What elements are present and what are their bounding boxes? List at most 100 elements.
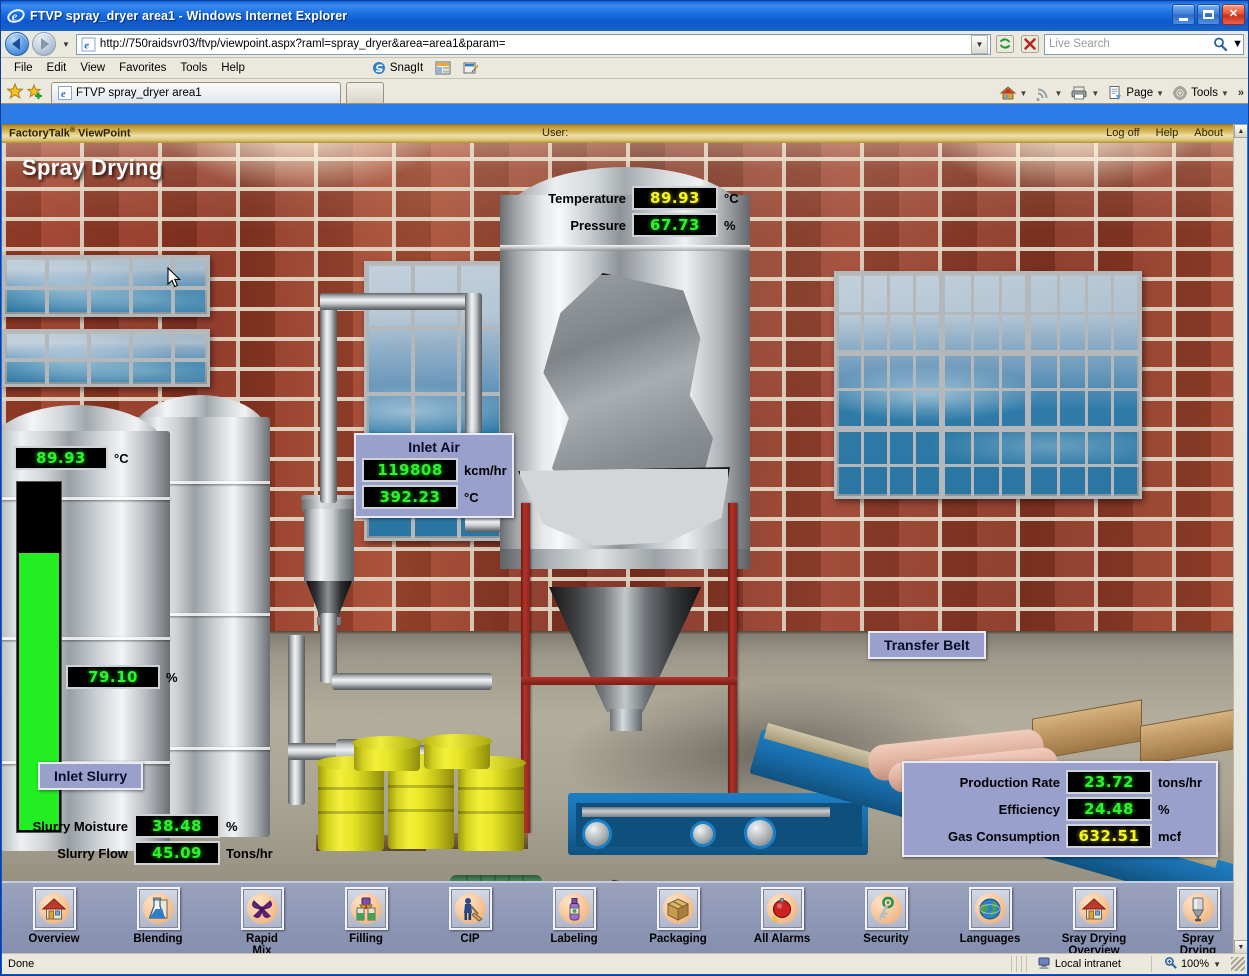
minimize-button[interactable] [1172,4,1195,25]
pipe-horizontal-upper [320,293,482,310]
nav-item-labeling[interactable]: Labeling [522,887,626,945]
nav-item-cip[interactable]: CIP [418,887,522,945]
production-rate-value: 23.72 [1066,770,1152,794]
page-content-area: FactoryTalk® ViewPoint User: Log off Hel… [2,124,1247,954]
dryer-temperature-row: Temperature 89.93 °C [514,186,739,210]
nav-item-label: Labeling [550,933,597,945]
pipe-vertical-riser [320,293,337,503]
scroll-up-button[interactable]: ▲ [1234,124,1247,138]
production-rate-unit: tons/hr [1158,775,1202,790]
maximize-button[interactable] [1197,4,1220,25]
factorytalk-header-bar: FactoryTalk® ViewPoint User: Log off Hel… [2,124,1233,143]
svg-text:e: e [61,89,66,100]
url-text: http://750raidsvr03/ftvp/viewpoint.aspx?… [100,38,506,50]
new-tab-button[interactable] [346,82,384,103]
nav-item-label: Languages [960,933,1021,945]
box-icon[interactable] [657,887,700,930]
dryer-icon[interactable] [1177,887,1220,930]
menu-view[interactable]: View [73,61,112,75]
mixer-icon[interactable] [241,887,284,930]
page-menu-button[interactable]: Page ▼ [1105,85,1169,101]
menu-edit[interactable]: Edit [40,61,74,75]
search-box[interactable]: ▼ [1044,34,1244,55]
security-zone[interactable]: Local intranet [1029,956,1149,973]
print-button[interactable]: ▼ [1068,85,1104,101]
nav-item-label: Packaging [649,933,707,945]
tab-bar: e FTVP spray_dryer area1 ▼ [1,79,1248,104]
zoom-control[interactable]: 100% ▼ [1154,956,1231,972]
browser-tab-active[interactable]: e FTVP spray_dryer area1 [51,82,341,103]
help-link[interactable]: Help [1156,127,1179,139]
snagit-capture-icon[interactable] [463,60,479,76]
house-icon[interactable] [33,887,76,930]
stop-button[interactable] [1019,33,1041,55]
chemical-drum-3 [458,763,524,851]
flask-icon[interactable] [137,887,180,930]
nav-item-packaging[interactable]: Packaging [626,887,730,945]
tools-menu-button[interactable]: Tools ▼ [1170,85,1234,101]
nav-item-all-alarms[interactable]: All Alarms [730,887,834,945]
nav-item-sray-drying-overview[interactable]: Sray Drying Overview [1042,887,1146,954]
house-icon[interactable] [1073,887,1116,930]
nav-item-security[interactable]: Security [834,887,938,945]
url-bar[interactable]: e http://750raidsvr03/ftvp/viewpoint.asp… [76,34,991,55]
address-bar: ▼ e http://750raidsvr03/ftvp/viewpoint.a… [1,31,1248,58]
add-to-favorites-icon[interactable] [26,83,42,99]
production-rate-row: Production Rate 23.72 tons/hr [910,770,1210,794]
dryer-temperature-value: 89.93 [632,186,718,210]
menu-tools[interactable]: Tools [173,61,214,75]
scroll-down-button[interactable]: ▼ [1234,940,1247,954]
inlet-air-temp-unit: °C [464,490,479,505]
snagit-panel-icon[interactable] [435,60,451,76]
snagit-toolbar[interactable]: SnagIt [372,60,479,76]
nav-item-label: Rapid Mix [246,933,278,954]
cleaning-icon[interactable] [449,887,492,930]
menu-file[interactable]: File [7,61,40,75]
forward-button[interactable] [32,32,56,56]
url-dropdown-button[interactable]: ▼ [971,35,988,54]
log-off-link[interactable]: Log off [1106,127,1139,139]
label-bottle-icon[interactable] [553,887,596,930]
hmi-graphic-display: Spray Drying Temperature 89.93 °C Pressu… [2,143,1233,881]
close-button[interactable]: ✕ [1222,4,1245,25]
nav-item-filling[interactable]: Filling [314,887,418,945]
nav-item-label: Blending [133,933,182,945]
menu-help[interactable]: Help [214,61,252,75]
wall-window-right [834,271,1142,499]
search-icon[interactable] [1210,35,1232,54]
recent-pages-dropdown[interactable]: ▼ [59,40,73,49]
slurry-moisture-unit: % [226,819,238,834]
nav-item-overview[interactable]: Overview [2,887,106,945]
feeds-button[interactable]: ▼ [1033,85,1067,101]
nav-item-blending[interactable]: Blending [106,887,210,945]
resize-grip[interactable] [1231,957,1245,971]
pipe-lower-vertical [288,635,305,805]
toolbar-overflow-button[interactable]: » [1238,87,1244,99]
nav-item-spray-drying[interactable]: Spray Drying [1146,887,1233,954]
inlet-air-flow-value: 119808 [362,458,458,482]
about-link[interactable]: About [1194,127,1223,139]
zoom-dropdown-caret[interactable]: ▼ [1213,960,1221,969]
search-input[interactable] [1045,37,1210,51]
svg-text:e: e [12,9,18,24]
key-icon[interactable] [865,887,908,930]
home-button[interactable]: ▼ [997,85,1033,101]
window-controls: ✕ [1172,4,1245,25]
back-button[interactable] [5,32,29,56]
filling-icon[interactable] [345,887,388,930]
slurry-readout-group: Slurry Moisture 38.48 % Slurry Flow 45.0… [10,811,273,868]
efficiency-label: Efficiency [910,802,1060,817]
nav-item-languages[interactable]: Languages [938,887,1042,945]
inlet-air-flow-unit: kcm/hr [464,463,507,478]
alarm-bell-icon[interactable] [761,887,804,930]
nav-item-rapid-mix[interactable]: Rapid Mix [210,887,314,954]
globe-icon[interactable] [969,887,1012,930]
slurry-flow-label: Slurry Flow [10,846,128,861]
favorites-star-icon[interactable] [6,82,24,100]
search-provider-dropdown[interactable]: ▼ [1232,38,1243,50]
dryer-temperature-label: Temperature [514,191,626,206]
menu-favorites[interactable]: Favorites [112,61,173,75]
page-favicon: e [81,37,96,52]
refresh-button[interactable] [994,33,1016,55]
page-scrollbar-vertical[interactable]: ▲ ▼ [1233,124,1247,954]
